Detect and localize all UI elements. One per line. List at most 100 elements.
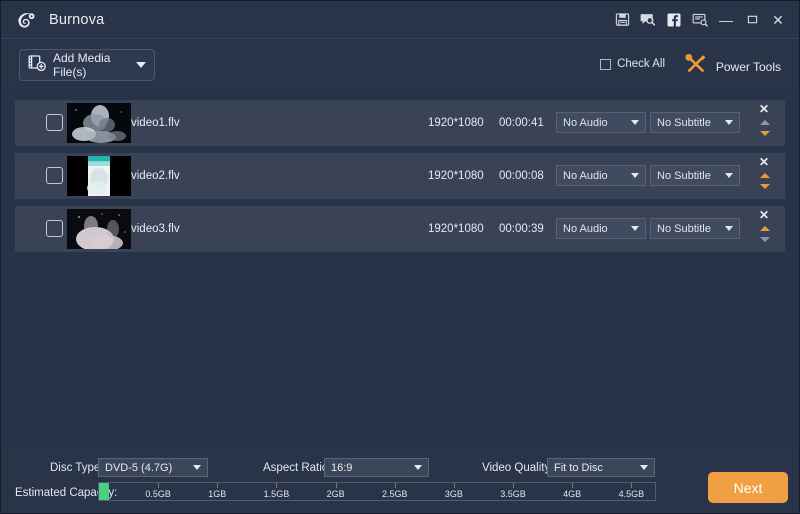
duration: 00:00:08 bbox=[499, 153, 544, 199]
row-controls: ✕ bbox=[755, 153, 777, 199]
capacity-tick-label: 2.5GB bbox=[382, 489, 408, 499]
row-controls: ✕ bbox=[755, 206, 777, 252]
aspect-ratio-label: Aspect Ratio: bbox=[263, 462, 331, 474]
subtitle-dropdown[interactable]: No Subtitle bbox=[650, 165, 740, 186]
duration: 00:00:41 bbox=[499, 100, 544, 146]
move-up-icon[interactable] bbox=[760, 120, 770, 125]
check-all-label: Check All bbox=[617, 58, 665, 70]
capacity-tick bbox=[395, 483, 396, 488]
video-thumbnail bbox=[67, 156, 131, 196]
facebook-icon[interactable] bbox=[661, 7, 687, 33]
row-checkbox[interactable] bbox=[46, 167, 63, 184]
minimize-button[interactable]: — bbox=[713, 7, 739, 33]
capacity-tick bbox=[513, 483, 514, 488]
move-down-icon[interactable] bbox=[760, 131, 770, 136]
capacity-tick-label: 1GB bbox=[208, 489, 226, 499]
capacity-fill bbox=[99, 483, 109, 500]
chevron-down-icon bbox=[640, 465, 648, 470]
aspect-ratio-value: 16:9 bbox=[331, 462, 352, 474]
register-icon[interactable] bbox=[687, 7, 713, 33]
feedback-icon[interactable] bbox=[635, 7, 661, 33]
subtitle-value: No Subtitle bbox=[657, 223, 711, 235]
burnova-window: Burnova bbox=[0, 0, 800, 514]
add-media-icon bbox=[28, 54, 46, 77]
capacity-tick bbox=[336, 483, 337, 488]
chevron-down-icon bbox=[725, 120, 733, 125]
video-quality-dropdown[interactable]: Fit to Disc bbox=[547, 458, 655, 477]
aspect-ratio-dropdown[interactable]: 16:9 bbox=[324, 458, 429, 477]
save-icon[interactable] bbox=[609, 7, 635, 33]
audio-track-dropdown[interactable]: No Audio bbox=[556, 165, 646, 186]
move-down-icon[interactable] bbox=[760, 237, 770, 242]
file-name: video2.flv bbox=[131, 153, 180, 199]
chevron-down-icon bbox=[414, 465, 422, 470]
video-thumbnail bbox=[67, 103, 131, 143]
toolbar: Add Media File(s) Check All Power Tools bbox=[1, 39, 799, 94]
table-row[interactable]: video3.flv 1920*1080 00:00:39 No Audio N… bbox=[15, 206, 785, 252]
move-up-icon[interactable] bbox=[760, 173, 770, 178]
audio-track-value: No Audio bbox=[563, 223, 608, 235]
brand: Burnova bbox=[15, 8, 104, 32]
next-button-label: Next bbox=[734, 480, 763, 496]
subtitle-dropdown[interactable]: No Subtitle bbox=[650, 218, 740, 239]
row-controls: ✕ bbox=[755, 100, 777, 146]
remove-row-icon[interactable]: ✕ bbox=[759, 156, 769, 168]
bottom-bar: Disc Type DVD-5 (4.7G) Aspect Ratio: 16:… bbox=[1, 442, 799, 513]
audio-track-value: No Audio bbox=[563, 170, 608, 182]
check-all-checkbox[interactable] bbox=[600, 59, 611, 70]
capacity-tick-label: 4GB bbox=[563, 489, 581, 499]
video-quality-label: Video Quality: bbox=[482, 462, 553, 474]
remove-row-icon[interactable]: ✕ bbox=[759, 209, 769, 221]
media-list-panel: video1.flv 1920*1080 00:00:41 No Audio N… bbox=[1, 94, 799, 442]
close-button[interactable]: ✕ bbox=[765, 7, 791, 33]
audio-track-dropdown[interactable]: No Audio bbox=[556, 218, 646, 239]
chevron-down-icon bbox=[631, 120, 639, 125]
chevron-down-icon[interactable] bbox=[136, 62, 146, 68]
burnova-disc-logo-icon bbox=[15, 8, 39, 32]
chevron-down-icon bbox=[725, 226, 733, 231]
add-media-label: Add Media File(s) bbox=[53, 51, 136, 79]
table-row[interactable]: video1.flv 1920*1080 00:00:41 No Audio N… bbox=[15, 100, 785, 146]
app-title: Burnova bbox=[49, 12, 104, 28]
disc-type-dropdown[interactable]: DVD-5 (4.7G) bbox=[98, 458, 208, 477]
disc-type-label: Disc Type bbox=[50, 462, 100, 474]
row-checkbox[interactable] bbox=[46, 220, 63, 237]
disc-type-value: DVD-5 (4.7G) bbox=[105, 462, 172, 474]
capacity-tick bbox=[572, 483, 573, 488]
capacity-tick bbox=[631, 483, 632, 488]
capacity-tick-label: 3.5GB bbox=[500, 489, 526, 499]
subtitle-dropdown[interactable]: No Subtitle bbox=[650, 112, 740, 133]
capacity-bar: 0.5GB1GB1.5GB2GB2.5GB3GB3.5GB4GB4.5GB bbox=[98, 482, 656, 501]
title-bar: Burnova bbox=[1, 1, 799, 38]
power-tools-button[interactable]: Power Tools bbox=[685, 54, 781, 79]
capacity-tick bbox=[217, 483, 218, 488]
chevron-down-icon bbox=[193, 465, 201, 470]
move-up-icon[interactable] bbox=[760, 226, 770, 231]
video-quality-value: Fit to Disc bbox=[554, 462, 603, 474]
power-tools-label: Power Tools bbox=[716, 60, 781, 74]
row-checkbox[interactable] bbox=[46, 114, 63, 131]
chevron-down-icon bbox=[631, 226, 639, 231]
capacity-tick-label: 2GB bbox=[327, 489, 345, 499]
subtitle-value: No Subtitle bbox=[657, 117, 711, 129]
capacity-tick-label: 1.5GB bbox=[264, 489, 290, 499]
add-media-button[interactable]: Add Media File(s) bbox=[19, 49, 155, 81]
chevron-down-icon bbox=[725, 173, 733, 178]
next-button[interactable]: Next bbox=[708, 472, 788, 503]
resolution: 1920*1080 bbox=[428, 206, 484, 252]
title-bar-actions: — ✕ bbox=[609, 1, 791, 38]
maximize-button[interactable] bbox=[739, 7, 765, 33]
resolution: 1920*1080 bbox=[428, 153, 484, 199]
audio-track-dropdown[interactable]: No Audio bbox=[556, 112, 646, 133]
move-down-icon[interactable] bbox=[760, 184, 770, 189]
check-all-control[interactable]: Check All bbox=[600, 58, 665, 70]
table-row[interactable]: video2.flv 1920*1080 00:00:08 No Audio N… bbox=[15, 153, 785, 199]
video-thumbnail bbox=[67, 209, 131, 249]
resolution: 1920*1080 bbox=[428, 100, 484, 146]
remove-row-icon[interactable]: ✕ bbox=[759, 103, 769, 115]
duration: 00:00:39 bbox=[499, 206, 544, 252]
capacity-tick bbox=[158, 483, 159, 488]
capacity-tick bbox=[276, 483, 277, 488]
capacity-tick-label: 0.5GB bbox=[145, 489, 171, 499]
subtitle-value: No Subtitle bbox=[657, 170, 711, 182]
